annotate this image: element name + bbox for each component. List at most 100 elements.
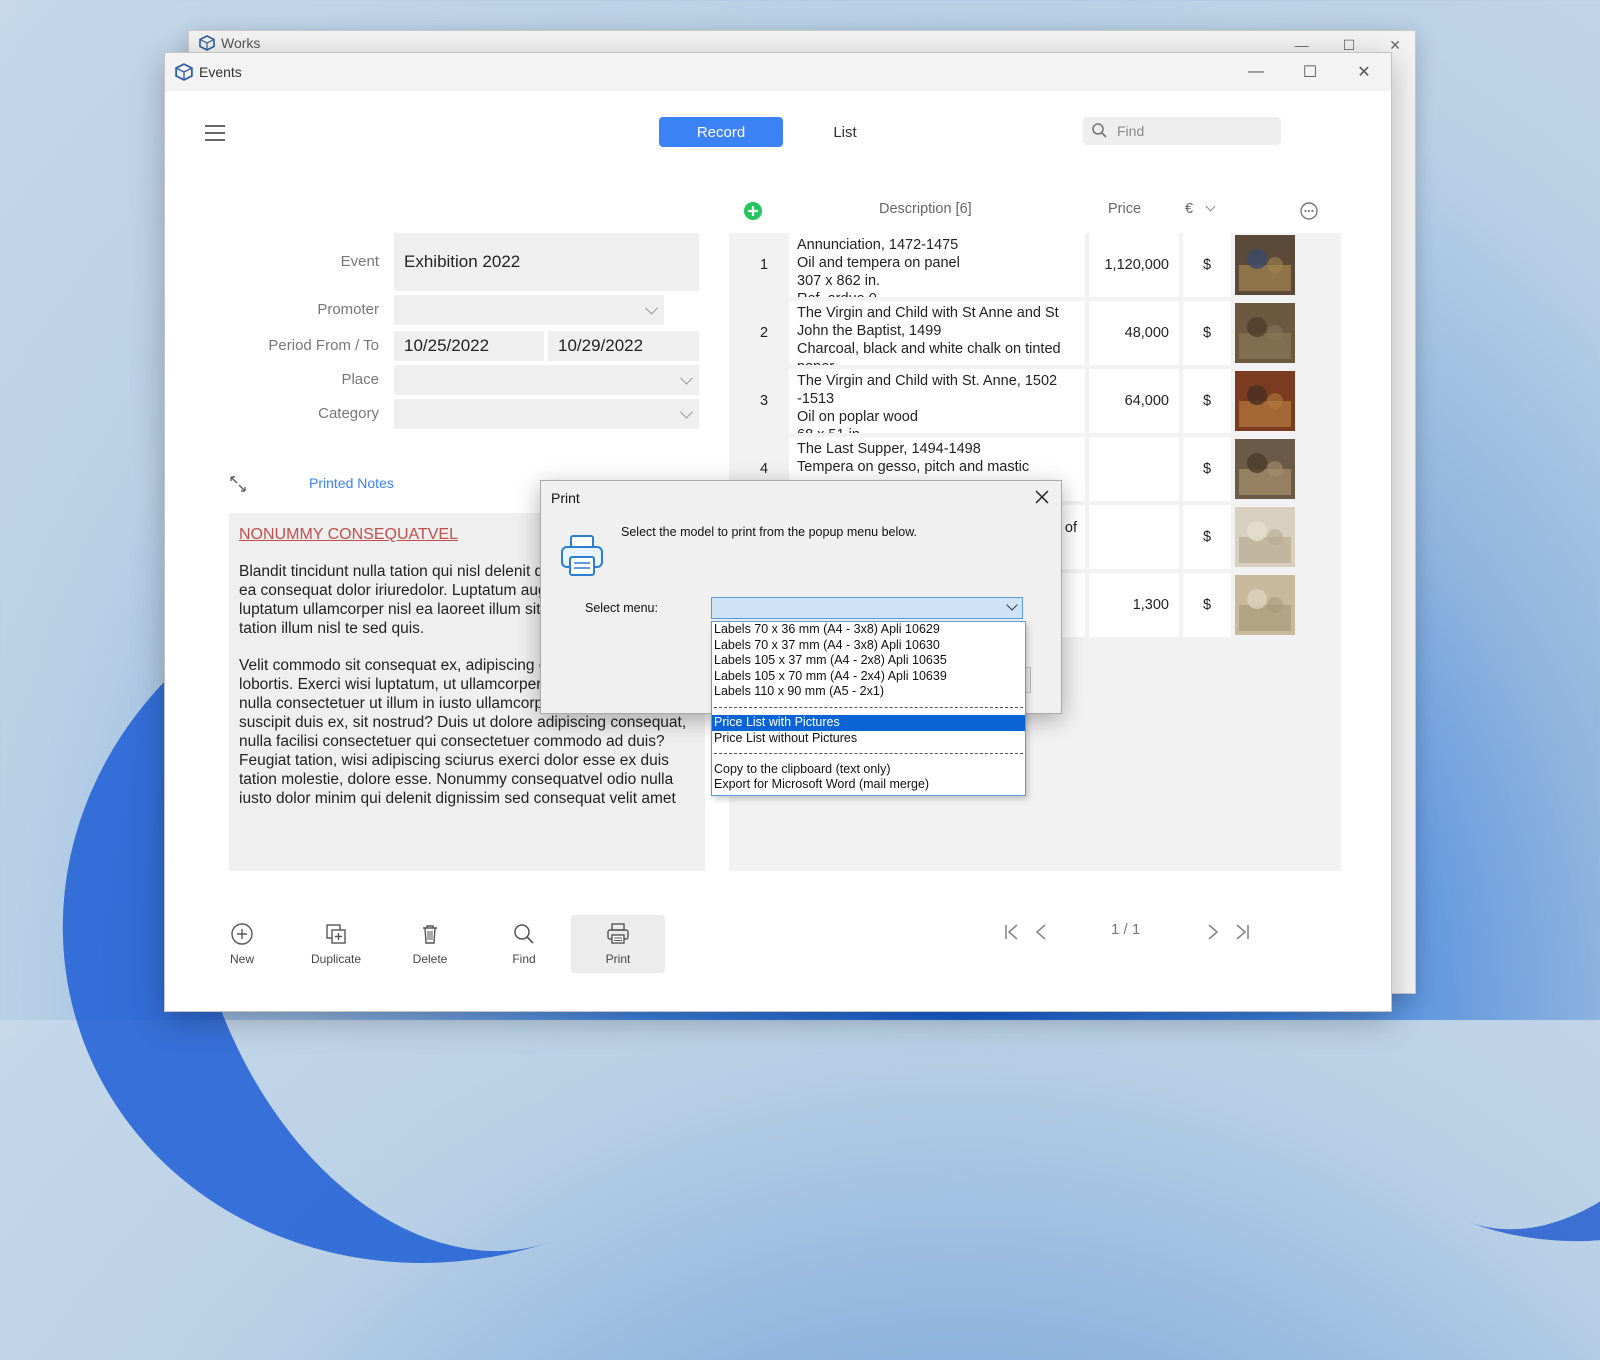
more-options-icon[interactable] bbox=[1299, 201, 1319, 221]
description-cell[interactable]: Annunciation, 1472-1475 Oil and tempera … bbox=[789, 233, 1085, 297]
price-cell[interactable]: 1,120,000 bbox=[1089, 233, 1179, 297]
print-button[interactable]: Print bbox=[571, 915, 665, 973]
row-number: 3 bbox=[759, 393, 769, 409]
event-label: Event bbox=[340, 253, 379, 270]
new-button[interactable]: New bbox=[195, 915, 289, 973]
app-logo-icon bbox=[199, 35, 215, 51]
dropdown-option[interactable]: Export for Microsoft Word (mail merge) bbox=[712, 777, 1025, 793]
currency-header-label: € bbox=[1185, 201, 1194, 217]
select-menu-label: Select menu: bbox=[585, 601, 658, 615]
list-tab[interactable]: List bbox=[805, 117, 885, 147]
artwork-thumbnail[interactable] bbox=[1235, 303, 1295, 363]
promoter-select[interactable] bbox=[394, 295, 664, 325]
currency-cell[interactable]: $ bbox=[1183, 505, 1231, 569]
works-title: Works bbox=[221, 35, 261, 51]
model-select[interactable] bbox=[711, 597, 1023, 619]
search-icon bbox=[514, 924, 534, 944]
plus-circle-icon bbox=[231, 923, 253, 945]
events-titlebar: Events — ☐ ✕ bbox=[165, 53, 1391, 91]
minimize-button[interactable]: — bbox=[1229, 53, 1283, 91]
app-logo-icon bbox=[175, 63, 193, 81]
close-button[interactable]: ✕ bbox=[1337, 53, 1391, 91]
dropdown-option[interactable]: Labels 110 x 90 mm (A5 - 2x1) bbox=[712, 684, 1025, 700]
delete-button[interactable]: Delete bbox=[383, 915, 477, 973]
currency-cell[interactable]: $ bbox=[1183, 573, 1231, 637]
delete-label: Delete bbox=[412, 952, 448, 966]
menu-separator bbox=[712, 746, 1025, 762]
table-row[interactable]: 3 The Virgin and Child with St. Anne, 150… bbox=[729, 369, 1341, 433]
dialog-title: Print bbox=[551, 490, 580, 506]
dropdown-option[interactable]: Labels 105 x 70 mm (A4 - 2x4) Apli 10639 bbox=[712, 669, 1025, 685]
window-title: Events bbox=[199, 64, 242, 80]
chevron-down-icon bbox=[680, 405, 693, 419]
find-label: Find bbox=[512, 952, 536, 966]
currency-cell[interactable]: $ bbox=[1183, 369, 1231, 433]
currency-header[interactable]: € bbox=[1185, 201, 1216, 217]
table-row[interactable]: 2 The Virgin and Child with St Anne and S… bbox=[729, 301, 1341, 365]
close-icon[interactable] bbox=[1033, 488, 1051, 506]
currency-cell[interactable]: $ bbox=[1183, 233, 1231, 297]
promoter-label: Promoter bbox=[317, 301, 379, 318]
last-page-icon[interactable] bbox=[1231, 921, 1253, 943]
trash-icon bbox=[423, 925, 437, 944]
page-indicator: 1 / 1 bbox=[1111, 921, 1141, 938]
price-cell[interactable]: 64,000 bbox=[1089, 369, 1179, 433]
row-number: 2 bbox=[759, 325, 769, 341]
artwork-thumbnail[interactable] bbox=[1235, 371, 1295, 431]
place-select[interactable] bbox=[394, 365, 699, 395]
price-cell[interactable] bbox=[1089, 505, 1179, 569]
printer-icon bbox=[607, 923, 629, 944]
add-row-icon[interactable] bbox=[743, 201, 763, 221]
dropdown-option[interactable]: Labels 70 x 36 mm (A4 - 3x8) Apli 10629 bbox=[712, 622, 1025, 638]
find-placeholder: Find bbox=[1117, 123, 1145, 139]
duplicate-label: Duplicate bbox=[310, 952, 362, 966]
first-page-icon[interactable] bbox=[1001, 921, 1023, 943]
dialog-message: Select the model to print from the popup… bbox=[621, 525, 918, 539]
artwork-thumbnail[interactable] bbox=[1235, 439, 1295, 499]
printer-icon bbox=[561, 535, 603, 576]
find-button[interactable]: Find bbox=[477, 915, 571, 973]
price-cell[interactable]: 1,300 bbox=[1089, 573, 1179, 637]
price-cell[interactable] bbox=[1089, 437, 1179, 501]
dropdown-option[interactable]: Labels 105 x 37 mm (A4 - 2x8) Apli 10635 bbox=[712, 653, 1025, 669]
dropdown-option[interactable]: Price List without Pictures bbox=[712, 731, 1025, 747]
chevron-down-icon bbox=[645, 301, 658, 315]
artwork-thumbnail[interactable] bbox=[1235, 507, 1295, 567]
period-from-field[interactable]: 10/25/2022 bbox=[394, 331, 544, 361]
category-select[interactable] bbox=[394, 399, 699, 429]
maximize-button[interactable]: ☐ bbox=[1283, 53, 1337, 91]
duplicate-button[interactable]: Duplicate bbox=[289, 915, 383, 973]
period-label: Period From / To bbox=[268, 337, 379, 354]
dropdown-option[interactable]: Labels 70 x 37 mm (A4 - 3x8) Apli 10630 bbox=[712, 638, 1025, 654]
table-row[interactable]: 1 Annunciation, 1472-1475 Oil and tempera… bbox=[729, 233, 1341, 297]
description-cell[interactable]: The Virgin and Child with St. Anne, 1502… bbox=[789, 369, 1085, 433]
description-header[interactable]: Description [6] bbox=[879, 201, 972, 217]
event-field[interactable]: Exhibition 2022 bbox=[394, 233, 699, 291]
expand-icon[interactable] bbox=[229, 475, 247, 493]
find-field[interactable]: Find bbox=[1083, 117, 1281, 145]
record-tab[interactable]: Record bbox=[659, 117, 783, 147]
search-icon bbox=[1092, 123, 1107, 138]
menu-icon[interactable] bbox=[205, 125, 225, 141]
chevron-down-icon bbox=[680, 371, 693, 385]
description-cell[interactable]: The Virgin and Child with St Anne and St… bbox=[789, 301, 1085, 365]
artwork-thumbnail[interactable] bbox=[1235, 235, 1295, 295]
next-page-icon[interactable] bbox=[1201, 921, 1223, 943]
period-to-field[interactable]: 10/29/2022 bbox=[548, 331, 699, 361]
bottom-toolbar: New Duplicate Delete Find Print bbox=[165, 901, 1391, 991]
price-cell[interactable]: 48,000 bbox=[1089, 301, 1179, 365]
chevron-down-icon bbox=[1205, 201, 1216, 212]
place-label: Place bbox=[341, 371, 379, 388]
previous-page-icon[interactable] bbox=[1031, 921, 1053, 943]
printed-notes-tab[interactable]: Printed Notes bbox=[309, 475, 394, 491]
artwork-thumbnail[interactable] bbox=[1235, 575, 1295, 635]
dropdown-option[interactable]: Price List with Pictures bbox=[712, 715, 1025, 731]
chevron-down-icon bbox=[1006, 599, 1018, 611]
dropdown-option[interactable]: Copy to the clipboard (text only) bbox=[712, 762, 1025, 778]
currency-cell[interactable]: $ bbox=[1183, 437, 1231, 501]
category-label: Category bbox=[318, 405, 379, 422]
duplicate-icon bbox=[326, 924, 346, 944]
menu-separator bbox=[712, 700, 1025, 716]
price-header[interactable]: Price bbox=[1108, 201, 1141, 217]
currency-cell[interactable]: $ bbox=[1183, 301, 1231, 365]
